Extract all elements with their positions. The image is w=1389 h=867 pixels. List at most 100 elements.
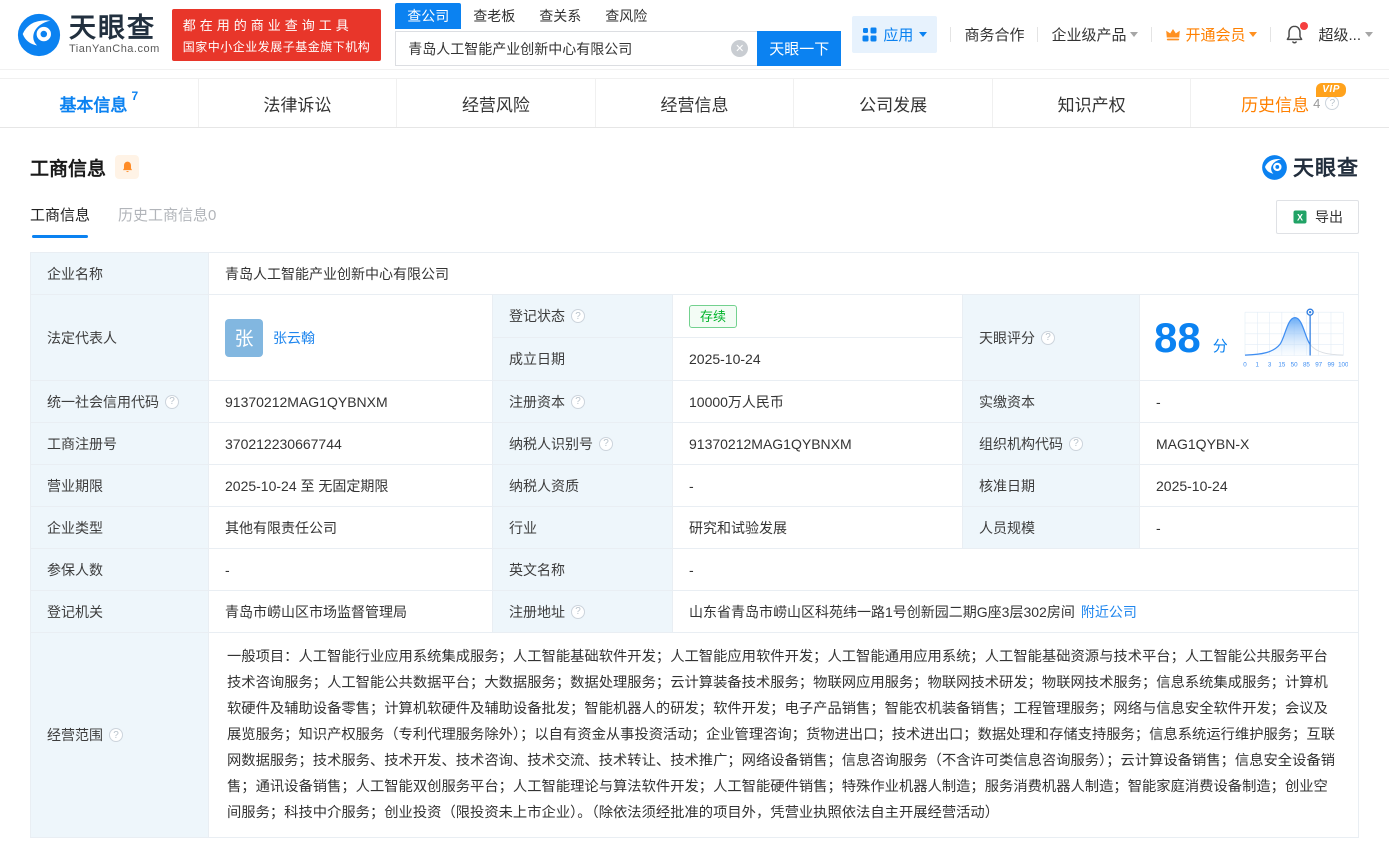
field-label: 纳税人资质	[493, 465, 673, 507]
legal-rep-link[interactable]: 张云翰	[273, 328, 315, 348]
field-value: -	[673, 465, 963, 507]
notifications-bell[interactable]	[1284, 24, 1305, 45]
tab-经营风险[interactable]: 经营风险	[397, 79, 596, 127]
field-value: 2025-10-24 至 无固定期限	[209, 465, 493, 507]
subtab-row: 工商信息历史工商信息0 X 导出	[30, 200, 1359, 238]
search-tab-查风险[interactable]: 查风险	[593, 3, 659, 29]
watermark-text: 天眼查	[1293, 152, 1359, 182]
table-row: 经营范围?一般项目：人工智能行业应用系统集成服务；人工智能基础软件开发；人工智能…	[31, 633, 1359, 838]
legal-rep-cell: 张 张云翰	[209, 295, 493, 381]
export-label: 导出	[1315, 207, 1343, 227]
field-value: 存续	[673, 295, 963, 338]
tianyancha-logo[interactable]: 天眼查 TianYanCha.com	[16, 12, 160, 58]
field-label: 登记机关	[31, 591, 209, 633]
divider	[1037, 27, 1038, 42]
score-unit: 分	[1213, 335, 1228, 356]
help-icon[interactable]: ?	[571, 309, 585, 323]
field-label-text: 工商注册号	[47, 434, 117, 454]
tab-基本信息[interactable]: 基本信息7	[0, 79, 199, 127]
tianyancha-logo-icon	[1261, 154, 1288, 181]
nav-super-vip[interactable]: 超级...	[1318, 24, 1373, 45]
tab-法律诉讼[interactable]: 法律诉讼	[199, 79, 398, 127]
chart-tick-label: 85	[1303, 361, 1310, 368]
search-tab-查公司[interactable]: 查公司	[395, 3, 461, 29]
field-label: 经营范围?	[31, 633, 209, 838]
field-value: 2025-10-24	[673, 338, 963, 381]
field-label: 组织机构代码?	[963, 423, 1140, 465]
field-value-text: 91370212MAG1QYBNXM	[689, 436, 852, 452]
field-value: 2025-10-24	[1140, 465, 1359, 507]
avatar: 张	[225, 319, 263, 357]
score-cell: 88 分	[1140, 295, 1359, 381]
nav-apps-label: 应用	[883, 24, 913, 45]
nav-enterprise-products[interactable]: 企业级产品	[1051, 24, 1138, 45]
score-distribution-chart: 0131550859799100	[1240, 299, 1348, 377]
subtab-历史工商信息0[interactable]: 历史工商信息0	[118, 204, 216, 238]
tab-label: 基本信息	[59, 91, 127, 116]
search-tab-查关系[interactable]: 查关系	[527, 3, 593, 29]
field-value-text: 研究和试验发展	[689, 518, 787, 538]
help-icon[interactable]: ?	[1041, 331, 1055, 345]
chevron-down-icon	[1130, 32, 1138, 41]
field-label: 统一社会信用代码?	[31, 381, 209, 423]
nearby-company-link[interactable]: 附近公司	[1081, 602, 1137, 622]
field-value: 青岛市崂山区市场监督管理局	[209, 591, 493, 633]
apps-grid-icon	[862, 27, 877, 42]
search-button[interactable]: 天眼一下	[757, 31, 841, 66]
chevron-down-icon	[919, 32, 927, 41]
help-icon[interactable]: ?	[571, 395, 585, 409]
field-label-text: 经营范围	[47, 725, 103, 745]
tab-历史信息[interactable]: 历史信息4?VIP	[1191, 79, 1389, 127]
nav-cooperation-label: 商务合作	[964, 24, 1024, 45]
help-icon[interactable]: ?	[1069, 437, 1083, 451]
field-label: 行业	[493, 507, 673, 549]
tianyancha-logo-icon	[16, 12, 62, 58]
help-icon[interactable]: ?	[165, 395, 179, 409]
field-value: 91370212MAG1QYBNXM	[209, 381, 493, 423]
chevron-down-icon	[1365, 32, 1373, 41]
field-value-text: 10000万人民币	[689, 392, 784, 412]
chart-tick-label: 3	[1268, 361, 1272, 368]
nav-cooperation[interactable]: 商务合作	[964, 24, 1024, 45]
nav-apps-button[interactable]: 应用	[852, 16, 937, 53]
field-label-text: 企业类型	[47, 518, 103, 538]
chart-tick-label: 99	[1327, 361, 1334, 368]
field-label-text: 注册资本	[509, 392, 565, 412]
field-value: -	[1140, 381, 1359, 423]
chart-tick-label: 15	[1278, 361, 1285, 368]
divider	[1270, 27, 1271, 42]
tab-label: 经营风险	[462, 91, 530, 116]
chart-tick-label: 97	[1315, 361, 1322, 368]
subtab-工商信息[interactable]: 工商信息	[30, 204, 90, 238]
help-icon[interactable]: ?	[109, 728, 123, 742]
field-value: 青岛人工智能产业创新中心有限公司	[209, 253, 1359, 295]
field-value-text: 2025-10-24 至 无固定期限	[225, 476, 388, 496]
tab-count: 4	[1313, 96, 1320, 111]
subscribe-bell-badge[interactable]	[115, 155, 139, 179]
promo-banner-line1: 都在用的商业查询工具	[183, 15, 371, 34]
nav-open-vip[interactable]: 开通会员	[1165, 24, 1257, 45]
section-title: 工商信息	[30, 154, 106, 181]
field-value-text: 91370212MAG1QYBNXM	[225, 394, 388, 410]
tab-label: 知识产权	[1058, 91, 1126, 116]
score-marker-pin-dot	[1309, 311, 1311, 313]
help-icon: ?	[1325, 96, 1339, 110]
tab-经营信息[interactable]: 经营信息	[596, 79, 795, 127]
tab-label: 法律诉讼	[263, 91, 331, 116]
help-icon[interactable]: ?	[599, 437, 613, 451]
main-tabs: 基本信息7 法律诉讼 经营风险 经营信息公司发展 知识产权 历史信息4?VIP	[0, 78, 1389, 128]
promo-banner-line2: 国家中小企业发展子基金旗下机构	[183, 38, 371, 55]
export-button[interactable]: X 导出	[1276, 200, 1359, 234]
bell-icon	[121, 160, 134, 174]
tab-公司发展[interactable]: 公司发展	[794, 79, 993, 127]
nav-enterprise-label: 企业级产品	[1051, 24, 1126, 45]
field-value-text: MAG1QYBN-X	[1156, 436, 1249, 452]
field-label-text: 核准日期	[979, 476, 1035, 496]
field-label: 人员规模	[963, 507, 1140, 549]
search-input[interactable]	[395, 31, 757, 66]
search-tab-查老板[interactable]: 查老板	[461, 3, 527, 29]
help-icon[interactable]: ?	[571, 605, 585, 619]
field-label-text: 成立日期	[509, 349, 565, 369]
tab-知识产权[interactable]: 知识产权	[993, 79, 1192, 127]
field-label: 注册资本?	[493, 381, 673, 423]
